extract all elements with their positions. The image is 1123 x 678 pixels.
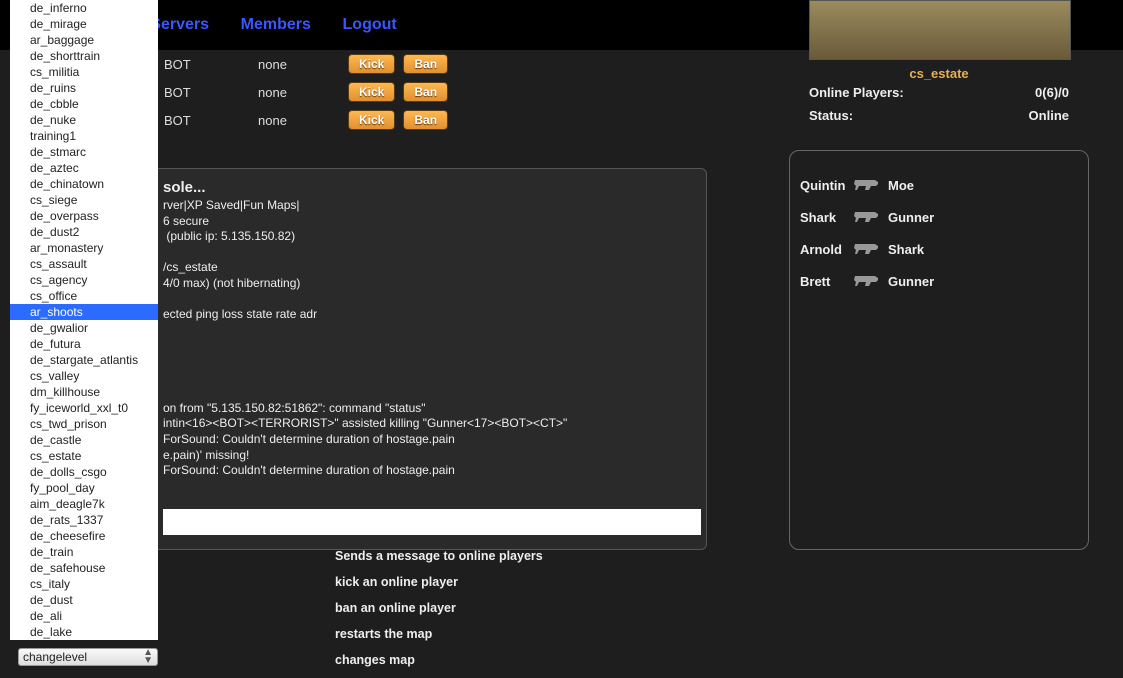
weapon-icon: [852, 272, 886, 290]
victim-name: Gunner: [888, 210, 934, 225]
kill-row: Brett Gunner: [800, 265, 1078, 297]
nav-link-logout[interactable]: Logout: [343, 16, 397, 33]
select-arrows-icon: ▲▼: [143, 649, 153, 665]
stat-value: 0(6)/0: [1035, 85, 1069, 100]
stat-value: Online: [1029, 108, 1069, 123]
kick-button[interactable]: Kick: [348, 82, 395, 102]
ban-button[interactable]: Ban: [403, 110, 448, 130]
map-name: cs_estate: [789, 66, 1089, 81]
map-option[interactable]: de_shorttrain: [10, 48, 158, 64]
map-option[interactable]: ar_shoots: [10, 304, 158, 320]
victim-name: Gunner: [888, 274, 934, 289]
map-option[interactable]: de_dolls_csgo: [10, 464, 158, 480]
map-option[interactable]: dm_killhouse: [10, 384, 158, 400]
map-option[interactable]: ar_monastery: [10, 240, 158, 256]
map-dropdown-list[interactable]: de_infernode_miragear_baggagede_shorttra…: [10, 0, 158, 640]
weapon-icon: [852, 240, 886, 258]
map-option[interactable]: de_inferno: [10, 0, 158, 16]
map-option[interactable]: de_ruins: [10, 80, 158, 96]
map-option[interactable]: de_overpass: [10, 208, 158, 224]
victim-name: Shark: [888, 242, 924, 257]
player-team: none: [258, 57, 348, 72]
ban-button[interactable]: Ban: [403, 54, 448, 74]
changelevel-select[interactable]: changelevel ▲▼: [18, 648, 158, 666]
command-help-item: Sends a message to online players: [335, 543, 543, 569]
kill-row: Arnold Shark: [800, 233, 1078, 265]
map-option[interactable]: de_safehouse: [10, 560, 158, 576]
map-option[interactable]: de_train: [10, 544, 158, 560]
map-option[interactable]: cs_office: [10, 288, 158, 304]
map-option[interactable]: cs_militia: [10, 64, 158, 80]
map-option[interactable]: de_gwalior: [10, 320, 158, 336]
map-option[interactable]: cs_siege: [10, 192, 158, 208]
killer-name: Arnold: [800, 242, 850, 257]
player-name: BOT: [160, 57, 258, 72]
map-option[interactable]: cs_estate: [10, 448, 158, 464]
kill-row: Shark Gunner: [800, 201, 1078, 233]
map-option[interactable]: de_rats_1337: [10, 512, 158, 528]
map-option[interactable]: de_cheesefire: [10, 528, 158, 544]
map-option[interactable]: fy_pool_day: [10, 480, 158, 496]
stat-label: Status:: [809, 108, 853, 123]
killfeed-panel: Quintin Moe Shark Gunner Arnold Shark Brett Gun…: [789, 150, 1089, 550]
command-help-item: ban an online player: [335, 595, 543, 621]
command-help-item: kick an online player: [335, 569, 543, 595]
map-option[interactable]: de_nuke: [10, 112, 158, 128]
map-option[interactable]: de_aztec: [10, 160, 158, 176]
map-option[interactable]: de_lake: [10, 624, 158, 640]
map-option[interactable]: de_stmarc: [10, 144, 158, 160]
kick-button[interactable]: Kick: [348, 54, 395, 74]
weapon-icon: [852, 176, 886, 194]
map-option[interactable]: cs_valley: [10, 368, 158, 384]
map-option[interactable]: cs_italy: [10, 576, 158, 592]
player-name: BOT: [160, 113, 258, 128]
map-option[interactable]: de_stargate_atlantis: [10, 352, 158, 368]
map-option[interactable]: de_chinatown: [10, 176, 158, 192]
changelevel-label: changelevel: [23, 650, 87, 664]
console-title: sole...: [163, 179, 700, 196]
map-option[interactable]: de_futura: [10, 336, 158, 352]
killer-name: Brett: [800, 274, 850, 289]
ban-button[interactable]: Ban: [403, 82, 448, 102]
map-option[interactable]: cs_assault: [10, 256, 158, 272]
player-row: BOTnoneKick Ban: [160, 78, 456, 106]
map-option[interactable]: cs_agency: [10, 272, 158, 288]
map-option[interactable]: ar_baggage: [10, 32, 158, 48]
map-option[interactable]: training1: [10, 128, 158, 144]
stat-label: Online Players:: [809, 85, 904, 100]
map-option[interactable]: de_castle: [10, 432, 158, 448]
console-input[interactable]: [163, 509, 701, 535]
killer-name: Quintin: [800, 178, 850, 193]
player-rows: BOTnoneKickBanBOTnoneKickBanBOTnoneKickB…: [160, 50, 456, 134]
map-option[interactable]: de_mirage: [10, 16, 158, 32]
command-help-item: changes map: [335, 647, 543, 673]
map-stat-row: Online Players: 0(6)/0: [789, 81, 1089, 104]
weapon-icon: [852, 208, 886, 226]
kick-button[interactable]: Kick: [348, 110, 395, 130]
command-help-list: Sends a message to online playerskick an…: [335, 543, 543, 673]
kill-row: Quintin Moe: [800, 169, 1078, 201]
map-option[interactable]: cs_twd_prison: [10, 416, 158, 432]
player-team: none: [258, 113, 348, 128]
nav-link-servers[interactable]: Servers: [150, 16, 209, 33]
map-option[interactable]: fy_iceworld_xxl_t0: [10, 400, 158, 416]
map-option[interactable]: de_ali: [10, 608, 158, 624]
killer-name: Shark: [800, 210, 850, 225]
nav-link-members[interactable]: Members: [241, 16, 311, 33]
map-card: cs_estate Online Players: 0(6)/0 Status: On…: [789, 0, 1089, 127]
map-option[interactable]: de_dust: [10, 592, 158, 608]
player-row: BOTnoneKick Ban: [160, 50, 456, 78]
map-option[interactable]: de_cbble: [10, 96, 158, 112]
player-team: none: [258, 85, 348, 100]
map-option[interactable]: de_dust2: [10, 224, 158, 240]
console-output: rver|XP Saved|Fun Maps| 6 secure (public…: [163, 198, 700, 479]
map-thumbnail: [809, 0, 1071, 60]
victim-name: Moe: [888, 178, 914, 193]
command-help-item: restarts the map: [335, 621, 543, 647]
player-row: BOTnoneKick Ban: [160, 106, 456, 134]
map-option[interactable]: aim_deagle7k: [10, 496, 158, 512]
player-name: BOT: [160, 85, 258, 100]
map-stat-row: Status: Online: [789, 104, 1089, 127]
